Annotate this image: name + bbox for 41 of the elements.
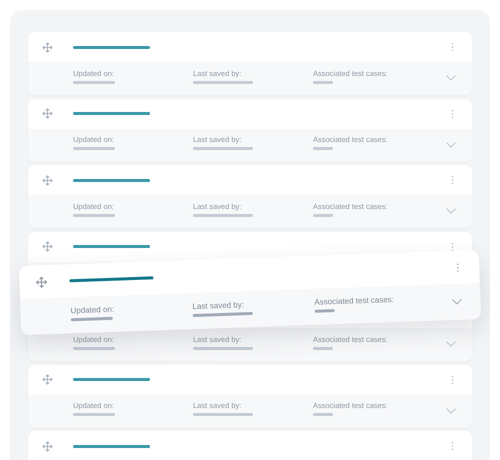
value-placeholder (73, 413, 115, 416)
move-icon[interactable] (42, 174, 53, 186)
move-icon[interactable] (42, 108, 53, 119)
value-placeholder (73, 147, 115, 150)
value-placeholder (313, 80, 333, 84)
value-placeholder (313, 346, 333, 350)
value-placeholder (73, 80, 115, 84)
chevron-down-icon[interactable] (446, 208, 456, 214)
chevron-down-icon[interactable] (451, 298, 463, 305)
value-placeholder (73, 346, 115, 350)
value-placeholder (193, 214, 253, 216)
move-icon[interactable] (42, 440, 53, 452)
move-icon[interactable] (42, 241, 53, 252)
move-icon[interactable] (35, 276, 48, 288)
chevron-down-icon[interactable] (446, 408, 456, 414)
value-placeholder (193, 346, 253, 350)
move-icon[interactable] (42, 42, 53, 52)
more-options-icon[interactable] (456, 262, 460, 272)
field-label: Updated on: (70, 304, 114, 315)
field-label: Associated test cases: (314, 294, 394, 306)
move-icon[interactable] (42, 374, 53, 385)
value-placeholder (193, 80, 253, 84)
value-placeholder (193, 147, 253, 150)
value-placeholder (313, 147, 333, 150)
more-options-icon[interactable] (451, 42, 454, 52)
value-placeholder (314, 308, 335, 312)
more-options-icon[interactable] (451, 175, 454, 185)
more-options-icon[interactable] (451, 242, 454, 252)
chevron-down-icon[interactable] (446, 142, 456, 148)
value-placeholder (73, 214, 115, 216)
value-placeholder (193, 413, 253, 416)
more-options-icon[interactable] (451, 108, 454, 118)
value-placeholder (313, 413, 333, 416)
more-options-icon[interactable] (451, 374, 454, 384)
chevron-down-icon[interactable] (446, 75, 456, 81)
chevron-down-icon[interactable] (446, 341, 456, 347)
value-placeholder (192, 311, 253, 316)
more-options-icon[interactable] (451, 441, 454, 451)
value-placeholder (70, 316, 113, 321)
field-label: Last saved by: (192, 300, 244, 311)
value-placeholder (313, 214, 333, 216)
